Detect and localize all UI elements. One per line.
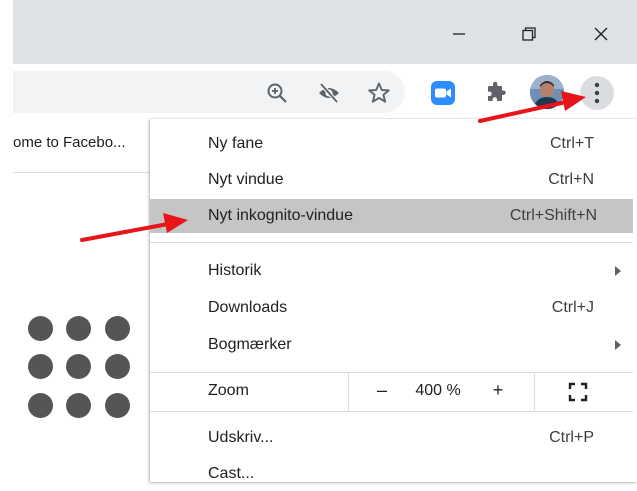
minimize-icon[interactable] xyxy=(439,14,479,54)
browser-toolbar xyxy=(13,64,637,122)
menu-item-label: Ny fane xyxy=(208,135,264,152)
menu-item-bookmarks[interactable]: Bogmærker xyxy=(150,328,630,362)
tab-title[interactable]: ome to Facebo... xyxy=(13,134,126,151)
menu-item-label: Nyt vindue xyxy=(208,171,284,188)
menu-item-label: Udskriv... xyxy=(208,429,274,446)
avatar[interactable] xyxy=(530,75,564,109)
submenu-arrow-icon xyxy=(615,266,621,276)
menu-item-label: Bogmærker xyxy=(208,336,292,353)
submenu-arrow-icon xyxy=(615,340,621,350)
menu-item-new-incognito-window[interactable]: Nyt inkognito-vindue Ctrl+Shift+N xyxy=(150,199,633,233)
extensions-icon[interactable] xyxy=(481,79,509,107)
grid-dot xyxy=(66,316,91,341)
zoom-level: 400 % xyxy=(415,382,461,399)
divider xyxy=(534,373,535,411)
menu-item-label: Historik xyxy=(208,262,262,279)
zoom-out-button[interactable]: – xyxy=(372,380,392,401)
menu-item-history[interactable]: Historik xyxy=(150,254,630,288)
menu-item-label: Nyt inkognito-vindue xyxy=(208,207,353,224)
grid-dot xyxy=(105,393,130,418)
menu-item-label: Cast... xyxy=(208,465,255,482)
menu-item-downloads[interactable]: Downloads Ctrl+J xyxy=(150,291,630,325)
menu-item-new-window[interactable]: Nyt vindue Ctrl+N xyxy=(150,163,630,197)
kebab-menu-icon[interactable] xyxy=(580,76,614,110)
menu-separator xyxy=(150,411,633,412)
restore-icon[interactable] xyxy=(509,14,549,54)
grid-dot xyxy=(28,393,53,418)
zoom-row: Zoom – 400 % + xyxy=(150,373,633,411)
menu-item-shortcut: Ctrl+P xyxy=(549,429,594,446)
grid-dot xyxy=(66,354,91,379)
star-icon[interactable] xyxy=(365,79,393,107)
menu-item-cast[interactable]: Cast... xyxy=(150,457,630,491)
menu-item-shortcut: Ctrl+T xyxy=(550,135,594,152)
grid-dot xyxy=(105,316,130,341)
menu-item-shortcut: Ctrl+Shift+N xyxy=(509,207,597,224)
title-bar xyxy=(13,0,637,64)
menu-item-label: Downloads xyxy=(208,299,288,316)
eye-off-icon[interactable] xyxy=(315,79,343,107)
menu-item-print[interactable]: Udskriv... Ctrl+P xyxy=(150,421,630,455)
menu-separator xyxy=(150,242,633,243)
divider xyxy=(13,172,150,173)
browser-main-menu: Ny fane Ctrl+T Nyt vindue Ctrl+N Nyt ink… xyxy=(150,119,637,482)
address-bar[interactable] xyxy=(13,71,405,113)
menu-item-shortcut: Ctrl+N xyxy=(548,171,594,188)
grid-dot xyxy=(66,393,91,418)
menu-item-new-tab[interactable]: Ny fane Ctrl+T xyxy=(150,127,630,161)
close-icon[interactable] xyxy=(581,14,621,54)
menu-item-shortcut: Ctrl+J xyxy=(551,299,594,316)
zoom-label: Zoom xyxy=(208,382,249,399)
grid-dot xyxy=(28,354,53,379)
window-frame xyxy=(0,0,13,482)
grid-dot xyxy=(105,354,130,379)
grid-dot xyxy=(28,316,53,341)
apps-grid-icon[interactable] xyxy=(28,316,138,426)
zoom-in-icon[interactable] xyxy=(263,79,291,107)
zoom-video-icon[interactable] xyxy=(429,79,457,107)
fullscreen-icon[interactable] xyxy=(568,382,588,402)
divider xyxy=(348,373,349,411)
zoom-in-button[interactable]: + xyxy=(488,380,508,401)
